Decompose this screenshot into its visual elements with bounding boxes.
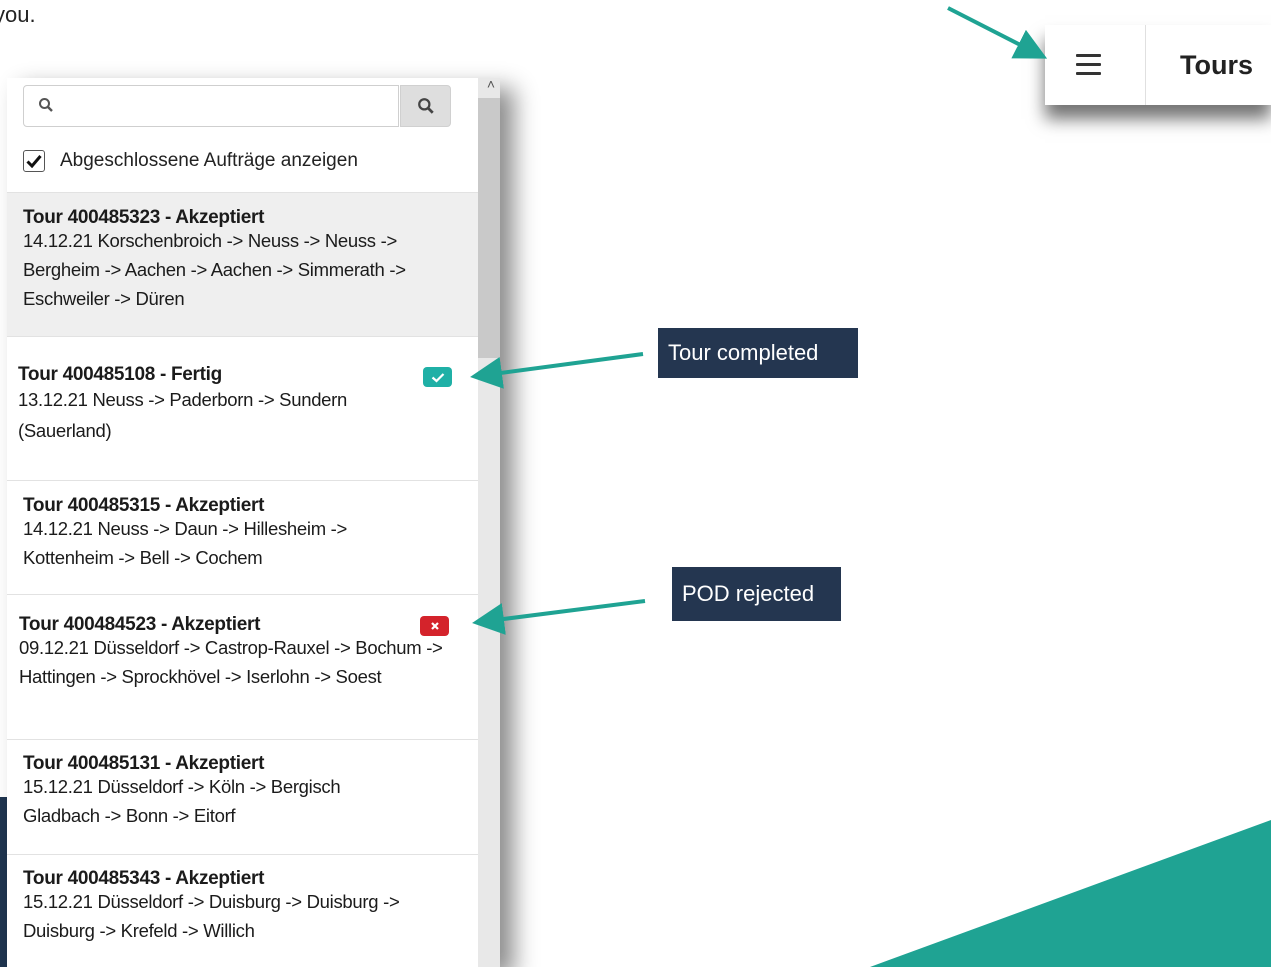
checkmark-icon [26,155,42,168]
scrollbar-thumb[interactable] [478,98,500,358]
menu-button[interactable] [1045,25,1146,105]
hamburger-icon [1076,54,1101,81]
arrow-to-rejected-badge [472,599,646,635]
tour-details: 15.12.21 Düsseldorf -> Duisburg -> Duisb… [23,891,400,941]
show-completed-toggle[interactable]: Abgeschlossene Aufträge anzeigen [23,148,358,174]
tour-item[interactable]: Tour 400485108 - Fertig 13.12.21 Neuss -… [7,336,478,480]
arrow-to-menu [947,6,1048,59]
tour-item[interactable]: Tour 400485131 - Akzeptiert 15.12.21 Düs… [7,739,478,854]
tour-item[interactable]: Tour 400484523 - Akzeptiert 09.12.21 Düs… [7,594,478,739]
app-header: Tours [1045,25,1271,105]
tour-title: Tour 400485108 - Fertig [18,364,222,385]
search-icon [417,97,435,120]
completed-badge [423,367,452,387]
search-icon [38,97,54,118]
tour-list: Tour 400485323 - Akzeptiert 14.12.21 Kor… [7,192,478,967]
callout-tour-completed: Tour completed [658,328,858,378]
tour-details: 15.12.21 Düsseldorf -> Köln -> Bergisch … [23,776,341,826]
callout-pod-rejected: POD rejected [672,567,841,621]
arrow-to-completed-badge [470,352,644,389]
search-input[interactable] [64,94,388,120]
tour-item[interactable]: Tour 400485315 - Akzeptiert 14.12.21 Neu… [7,480,478,594]
search-field[interactable] [23,85,399,127]
tour-details: 14.12.21 Neuss -> Daun -> Hillesheim -> … [23,518,348,568]
tour-details: 13.12.21 Neuss -> Paderborn -> Sundern (… [18,389,348,441]
close-icon [430,622,439,630]
tour-details: 14.12.21 Korschenbroich -> Neuss -> Neus… [23,230,406,309]
check-icon [431,372,444,383]
scroll-up-icon[interactable]: ˄ [487,78,495,92]
scrollbar[interactable] [478,78,500,967]
background-sliver [0,797,7,967]
tour-list-panel: ˄ Abgeschlossene Aufträge anzeigen Tour … [7,78,500,967]
rejected-badge [420,616,449,636]
intro-text: you. [0,2,36,27]
tour-details: 09.12.21 Düsseldorf -> Castrop-Rauxel ->… [19,637,443,687]
tour-item[interactable]: Tour 400485343 - Akzeptiert 15.12.21 Düs… [7,854,478,967]
search-bar [23,85,451,129]
search-button[interactable] [400,85,451,127]
page-title: Tours [1180,50,1253,80]
show-completed-checkbox[interactable] [23,150,45,172]
tour-item[interactable]: Tour 400485323 - Akzeptiert 14.12.21 Kor… [7,192,478,336]
show-completed-label: Abgeschlossene Aufträge anzeigen [60,150,358,171]
